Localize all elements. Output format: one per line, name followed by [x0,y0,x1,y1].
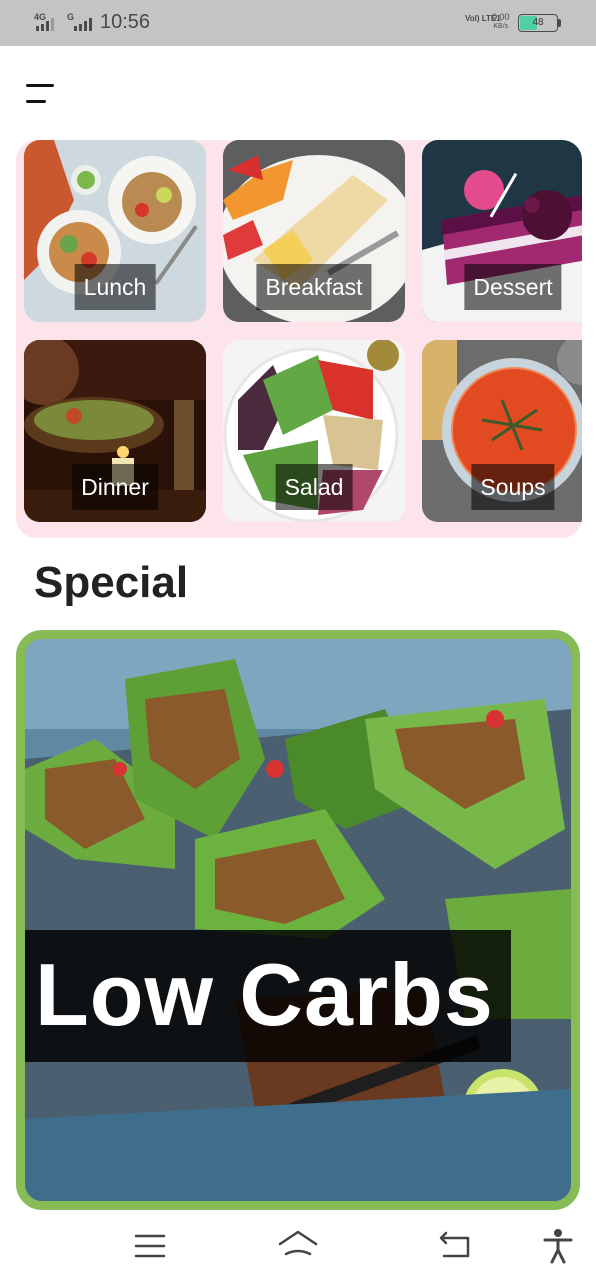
network-type-2: G [67,12,75,22]
battery-cap [558,19,561,27]
category-label: Dessert [464,264,562,310]
status-bar: 4G G 10:56 Vol) LTE1 0.00 KB/s 48 [0,0,596,46]
network-speed: 0.00 KB/s [492,13,510,31]
battery-icon: 48 [518,14,558,32]
hamburger-menu-icon[interactable] [22,78,62,112]
category-label: Breakfast [256,264,372,310]
signal-strength-2-icon [74,17,92,31]
category-tile-soups[interactable]: Soups [422,340,582,522]
accessibility-icon[interactable] [536,1224,580,1268]
battery-level: 48 [532,17,544,28]
back-icon[interactable] [432,1224,476,1268]
network-speed-value: 0.00 [492,12,510,22]
system-nav-bar [0,1212,596,1280]
special-heading: Special [34,558,189,607]
category-tile-dessert[interactable]: Dessert [422,140,582,322]
category-label: Soups [471,464,555,510]
special-card-low-carbs[interactable]: Low Carbs [16,630,580,1210]
network-speed-unit: KB/s [493,23,509,30]
signal-strength-icon [36,17,54,31]
home-icon[interactable] [276,1224,320,1268]
category-tile-dinner[interactable]: Dinner [24,340,206,522]
special-title: Low Carbs [35,945,494,1044]
menu-icon[interactable] [128,1224,172,1268]
category-tile-breakfast[interactable]: Breakfast [223,140,405,322]
category-panel: Lunch Breakfast Dessert Dinner Salad Sou… [16,140,582,538]
status-time: 10:56 [100,11,151,33]
category-label: Dinner [72,464,158,510]
category-tile-lunch[interactable]: Lunch [24,140,206,322]
category-label: Salad [275,464,353,510]
low-carbs-image [25,639,571,1201]
category-tile-salad[interactable]: Salad [223,340,405,522]
category-label: Lunch [74,264,156,310]
